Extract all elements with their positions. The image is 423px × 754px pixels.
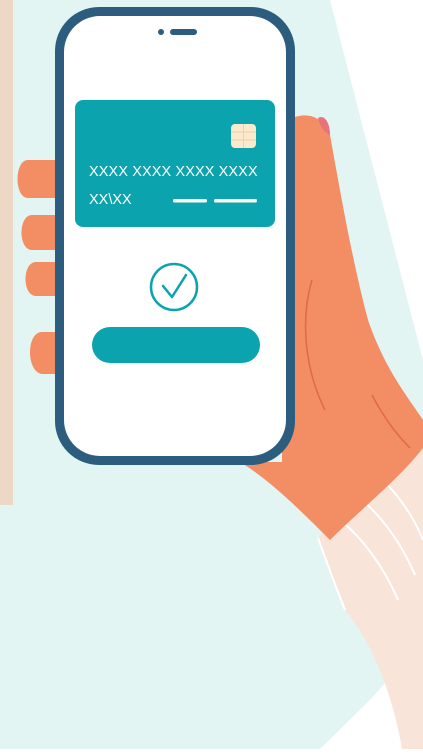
card-chip-icon	[231, 124, 256, 148]
card-dash-1	[173, 199, 207, 203]
pay-button[interactable]	[92, 327, 260, 363]
phone-screen	[64, 16, 286, 456]
payment-illustration: XXXX XXXX XXXX XXXX XX\XX	[0, 0, 423, 749]
phone	[55, 7, 295, 465]
card-number: XXXX XXXX XXXX XXXX	[89, 164, 264, 180]
card-expiry: XX\XX	[89, 192, 132, 208]
camera-dot	[158, 29, 164, 35]
background-beige-panel	[0, 0, 13, 505]
speaker-icon	[170, 29, 197, 35]
card-dash-2	[214, 199, 257, 203]
illustration-canvas	[0, 0, 423, 749]
